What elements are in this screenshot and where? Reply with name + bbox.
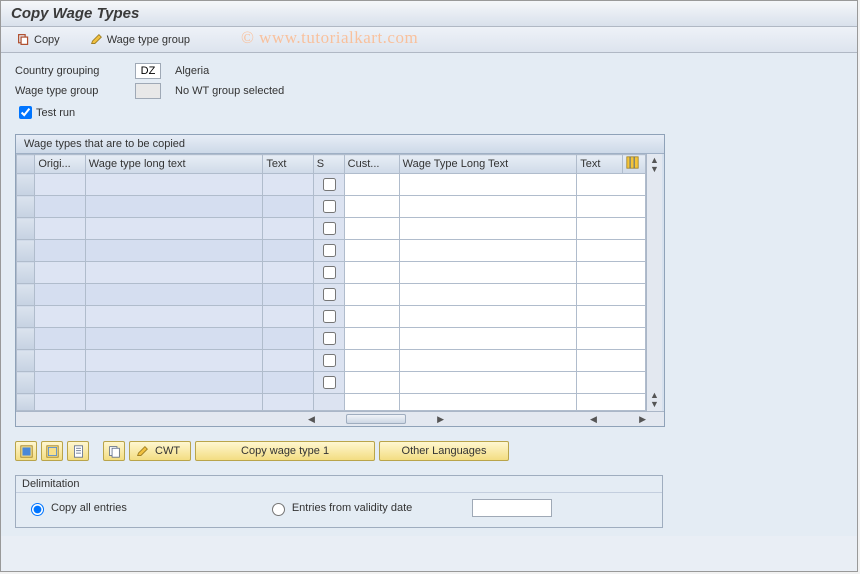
wage-type-group-label: Wage type group bbox=[107, 34, 190, 46]
entries-from-label: Entries from validity date bbox=[292, 502, 412, 514]
table-row[interactable] bbox=[17, 262, 646, 284]
table-row[interactable] bbox=[17, 284, 646, 306]
cwt-label: CWT bbox=[155, 445, 180, 457]
scroll-left-icon[interactable]: ◀ bbox=[308, 414, 315, 425]
scroll-down-icon[interactable]: ▼ bbox=[650, 165, 659, 174]
scroll-thumb[interactable] bbox=[346, 414, 406, 424]
country-grouping-text: Algeria bbox=[175, 65, 209, 77]
documents-button[interactable] bbox=[103, 441, 125, 461]
col-long-text-l[interactable]: Wage type long text bbox=[85, 155, 263, 174]
row-check[interactable] bbox=[323, 332, 336, 345]
table-row[interactable] bbox=[17, 328, 646, 350]
document-button[interactable] bbox=[67, 441, 89, 461]
scroll-left-icon[interactable]: ◀ bbox=[590, 414, 597, 425]
row-check[interactable] bbox=[323, 222, 336, 235]
validity-date-input[interactable] bbox=[472, 499, 552, 517]
delimitation-title: Delimitation bbox=[16, 476, 662, 493]
table-row[interactable] bbox=[17, 174, 646, 196]
deselect-all-button[interactable] bbox=[41, 441, 63, 461]
country-grouping-row: Country grouping Algeria bbox=[15, 63, 843, 79]
row-check[interactable] bbox=[323, 266, 336, 279]
wage-type-group-input[interactable] bbox=[135, 83, 161, 99]
copy-button[interactable]: Copy bbox=[11, 31, 66, 48]
table-row[interactable] bbox=[17, 394, 646, 411]
pencil-icon bbox=[90, 33, 103, 46]
country-grouping-label: Country grouping bbox=[15, 65, 135, 77]
table-row[interactable] bbox=[17, 218, 646, 240]
row-check[interactable] bbox=[323, 288, 336, 301]
col-long-text-r[interactable]: Wage Type Long Text bbox=[399, 155, 577, 174]
wage-type-table[interactable]: Origi... Wage type long text Text S Cust… bbox=[16, 154, 646, 411]
copy-all-label: Copy all entries bbox=[51, 502, 127, 514]
table-row[interactable] bbox=[17, 196, 646, 218]
delimitation-panel: Delimitation Copy all entries Entries fr… bbox=[15, 475, 663, 528]
other-languages-label: Other Languages bbox=[402, 445, 487, 457]
grid-title: Wage types that are to be copied bbox=[16, 135, 664, 154]
row-check[interactable] bbox=[323, 376, 336, 389]
col-origi[interactable]: Origi... bbox=[35, 155, 85, 174]
vertical-scrollbar[interactable]: ▲ ▼ ▲ ▼ bbox=[646, 154, 662, 411]
entries-from-radio[interactable] bbox=[272, 503, 285, 516]
country-grouping-input[interactable] bbox=[135, 63, 161, 79]
horizontal-scrollbar[interactable]: ◀ ▶ ◀ ▶ bbox=[16, 411, 664, 426]
entries-from-option[interactable]: Entries from validity date bbox=[267, 500, 412, 516]
test-run-checkbox[interactable] bbox=[19, 106, 32, 119]
wage-type-group-button[interactable]: Wage type group bbox=[84, 31, 196, 48]
copy-wage-type-button[interactable]: Copy wage type 1 bbox=[195, 441, 375, 461]
deselect-all-icon bbox=[46, 445, 59, 458]
select-all-button[interactable] bbox=[15, 441, 37, 461]
select-all-icon bbox=[20, 445, 33, 458]
wage-type-group-row: Wage type group No WT group selected bbox=[15, 83, 843, 99]
app-window: Copy Wage Types Copy Wage type group © w… bbox=[0, 0, 858, 572]
scroll-down-icon[interactable]: ▼ bbox=[650, 400, 659, 409]
row-check[interactable] bbox=[323, 354, 336, 367]
col-text-l[interactable]: Text bbox=[263, 155, 313, 174]
cwt-button[interactable]: CWT bbox=[129, 441, 191, 461]
row-check[interactable] bbox=[323, 200, 336, 213]
app-toolbar: Copy Wage type group © www.tutorialkart.… bbox=[1, 27, 857, 53]
scroll-right-icon[interactable]: ▶ bbox=[639, 414, 646, 425]
col-cust[interactable]: Cust... bbox=[344, 155, 399, 174]
row-check[interactable] bbox=[323, 244, 336, 257]
page-title: Copy Wage Types bbox=[1, 1, 857, 27]
documents-icon bbox=[108, 445, 121, 458]
copy-label: Copy bbox=[34, 34, 60, 46]
test-run-row: Test run bbox=[15, 103, 843, 122]
row-check[interactable] bbox=[323, 178, 336, 191]
wage-type-group-field-label: Wage type group bbox=[15, 85, 135, 97]
col-s[interactable]: S bbox=[313, 155, 344, 174]
other-languages-button[interactable]: Other Languages bbox=[379, 441, 509, 461]
col-config-icon[interactable] bbox=[623, 155, 646, 174]
pencil-icon bbox=[136, 445, 149, 458]
wage-type-group-text: No WT group selected bbox=[175, 85, 284, 97]
copy-all-option[interactable]: Copy all entries bbox=[26, 500, 127, 516]
column-selector[interactable] bbox=[17, 155, 35, 174]
test-run-label: Test run bbox=[36, 107, 75, 119]
action-toolbar: CWT Copy wage type 1 Other Languages bbox=[15, 441, 843, 461]
col-text-r[interactable]: Text bbox=[577, 155, 623, 174]
watermark: © www.tutorialkart.com bbox=[241, 28, 418, 48]
copy-wage-type-label: Copy wage type 1 bbox=[241, 445, 329, 457]
table-row[interactable] bbox=[17, 372, 646, 394]
grid-panel: Wage types that are to be copied Origi..… bbox=[15, 134, 665, 427]
scroll-right-icon[interactable]: ▶ bbox=[437, 414, 444, 425]
document-icon bbox=[72, 445, 85, 458]
table-row[interactable] bbox=[17, 350, 646, 372]
content-area: Country grouping Algeria Wage type group… bbox=[1, 53, 857, 536]
copy-all-radio[interactable] bbox=[31, 503, 44, 516]
row-check[interactable] bbox=[323, 310, 336, 323]
table-row[interactable] bbox=[17, 240, 646, 262]
table-row[interactable] bbox=[17, 306, 646, 328]
table-settings-icon bbox=[626, 156, 639, 169]
copy-icon bbox=[17, 33, 30, 46]
